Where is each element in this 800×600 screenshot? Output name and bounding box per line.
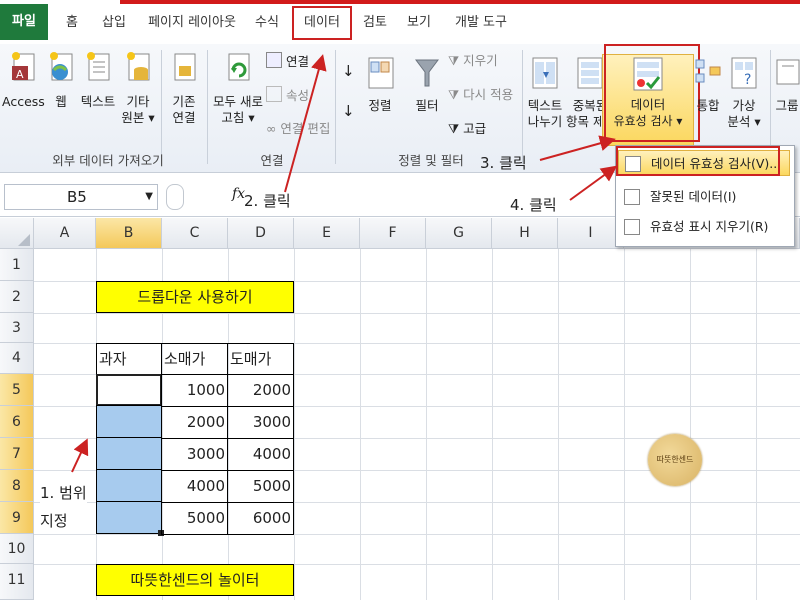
excel-window: 파일 홈 삽입 페이지 레이아웃 수식 데이터 검토 보기 개발 도구 A Ac… [0,0,800,600]
arrow-step-1 [71,438,89,473]
arrow-step-2 [284,54,327,193]
annotation-arrows [71,54,618,473]
arrow-step-4 [569,165,618,201]
arrow-step-3 [539,135,616,161]
